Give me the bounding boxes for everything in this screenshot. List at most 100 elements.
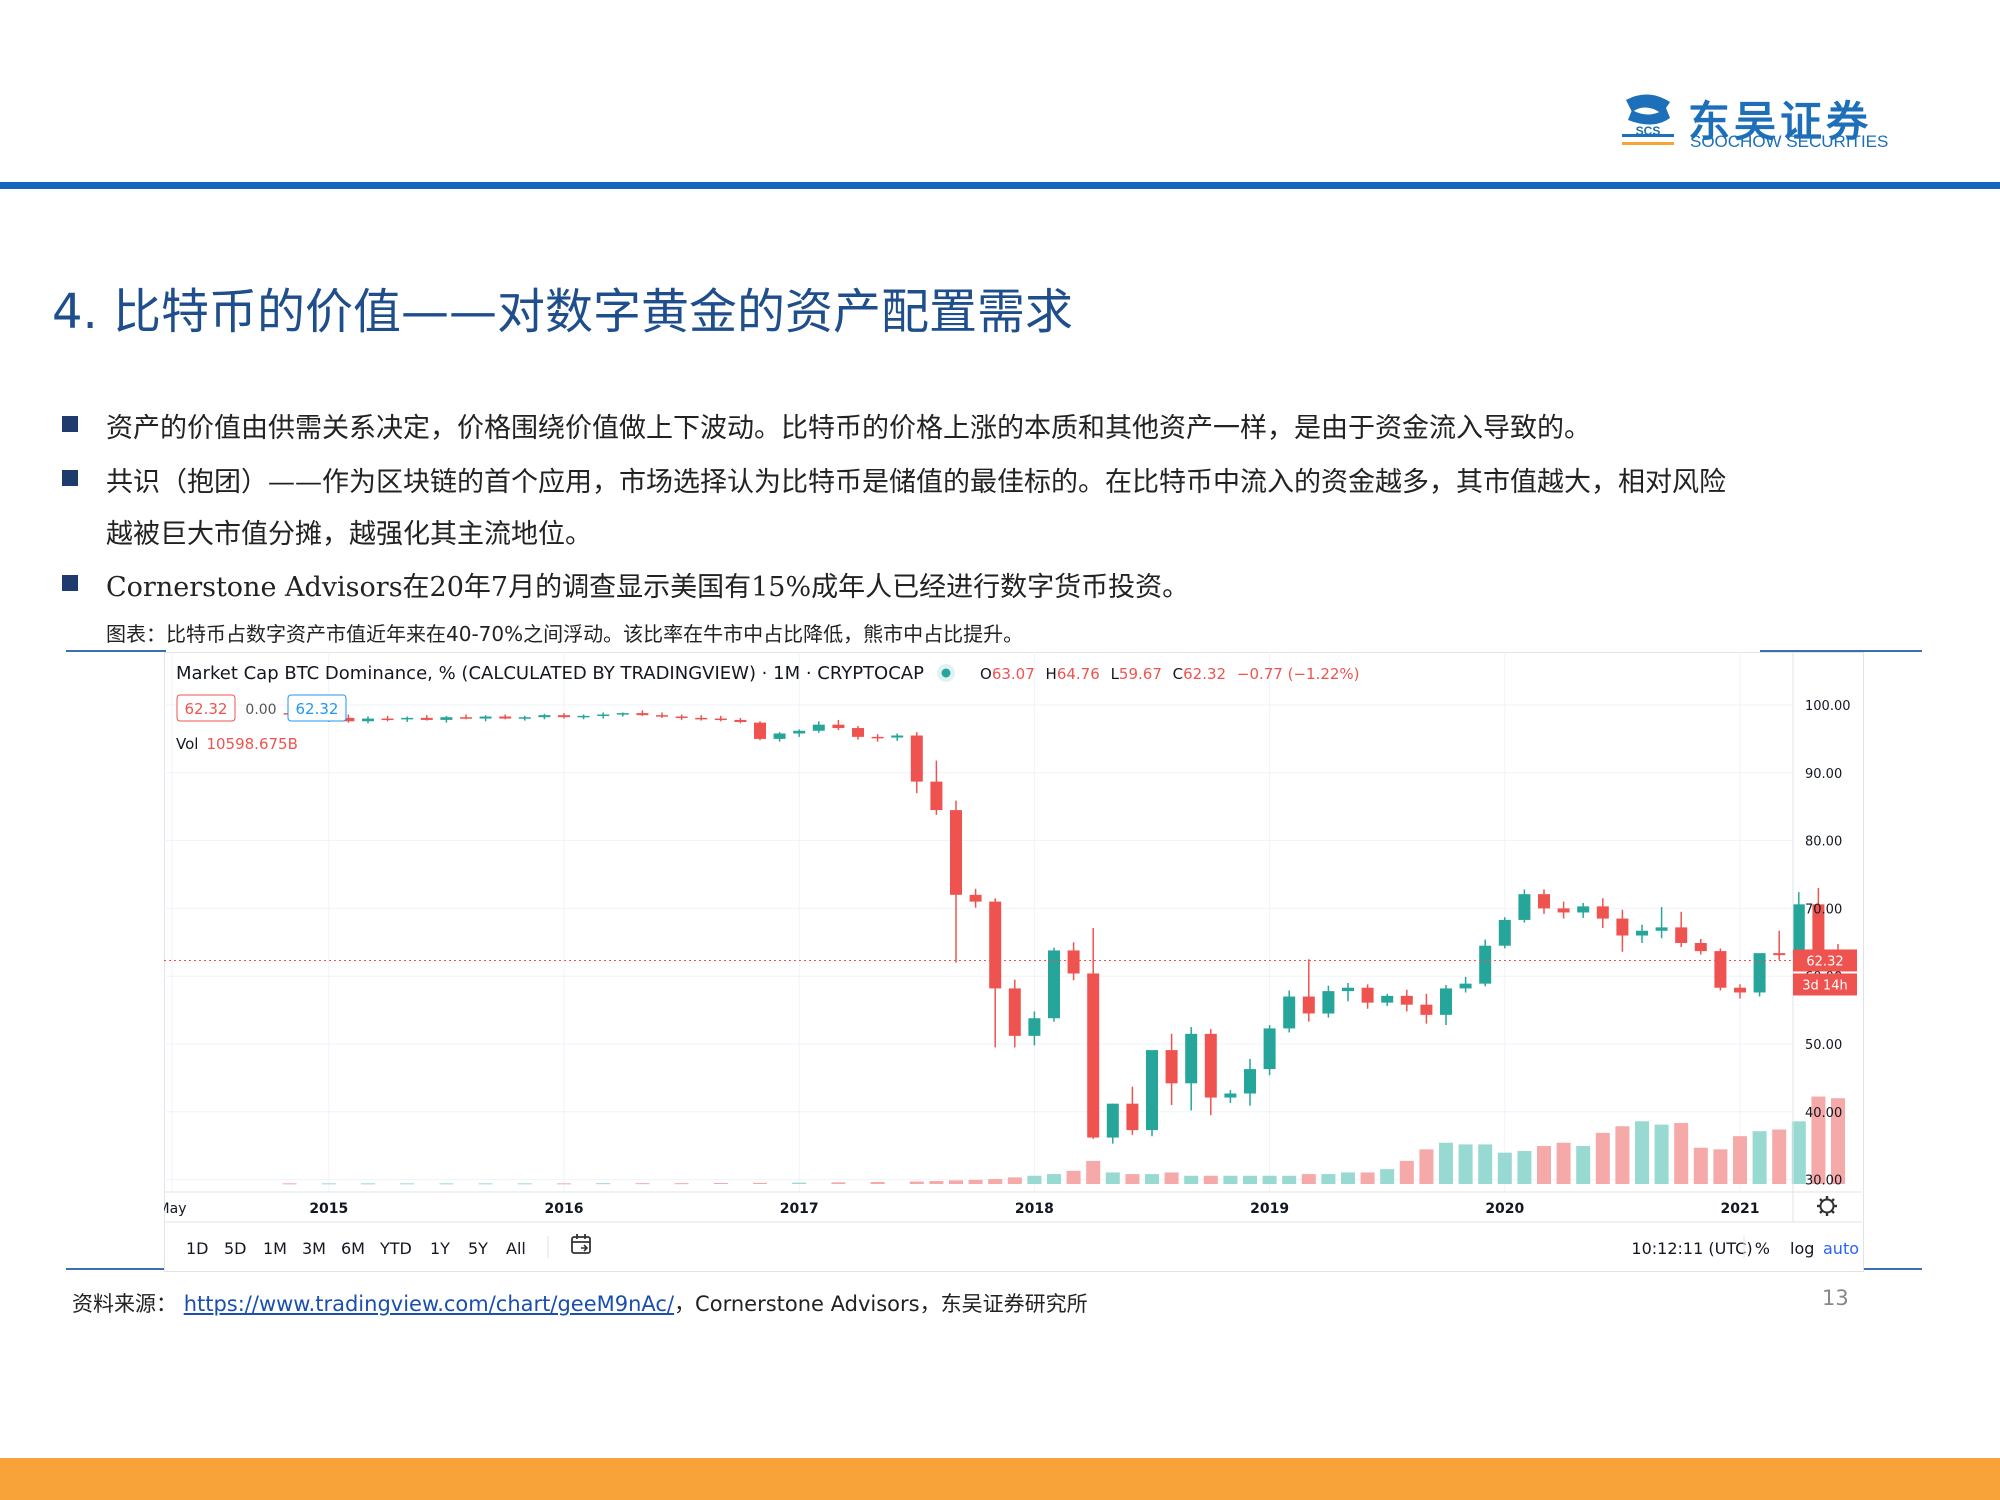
candle-body [773, 733, 786, 739]
volume-bar [1007, 1177, 1022, 1184]
range-button-1y[interactable]: 1Y [430, 1239, 450, 1258]
volume-bar [321, 1183, 336, 1185]
company-logo: SCS 东吴证券 SOOCHOW SECURITIES [1618, 88, 1898, 154]
volume-bar [1478, 1144, 1493, 1184]
volume-bar [1537, 1146, 1551, 1184]
volume-bar [282, 1183, 297, 1185]
volume-bar [1105, 1172, 1120, 1184]
candle-body [930, 781, 943, 811]
range-button-6m[interactable]: 6M [341, 1239, 365, 1258]
y-tick-label: 90.00 [1805, 767, 1842, 782]
volume-bar [1145, 1174, 1159, 1184]
source-label: 资料来源： [72, 1292, 177, 1316]
volume-bar [674, 1183, 689, 1185]
volume-bar [1419, 1149, 1434, 1184]
volume-bar [1380, 1169, 1395, 1184]
range-button-ytd[interactable]: YTD [379, 1239, 412, 1258]
bullet-text: 共识（抱团）——作为区块链的首个应用，市场选择认为比特币是储值的最佳标的。在比特… [106, 467, 1726, 498]
volume-bar [1693, 1147, 1708, 1184]
candle-body [754, 722, 766, 739]
volume-bar [929, 1181, 944, 1184]
candle-body [1655, 927, 1668, 931]
bar-countdown-text: 3d 14h [1802, 978, 1847, 993]
log-scale-button[interactable]: log [1790, 1239, 1814, 1258]
volume-bar [909, 1181, 924, 1184]
candle-body [1283, 996, 1296, 1029]
candle-body [558, 715, 570, 718]
volume-bar [478, 1183, 493, 1185]
volume-bar [1184, 1175, 1199, 1184]
x-tick-label: 2019 [1250, 1201, 1289, 1217]
utc-clock[interactable]: 10:12:11 (UTC) [1631, 1239, 1752, 1258]
candle-body [518, 717, 531, 719]
candle-body [832, 724, 845, 729]
candle-body [1381, 995, 1394, 1003]
candle-body [1577, 906, 1590, 913]
candle-body [1498, 919, 1511, 946]
candle-body [1302, 996, 1315, 1014]
candle-body [675, 716, 688, 719]
volume-layer [282, 1096, 1845, 1185]
range-button-all[interactable]: All [506, 1239, 526, 1258]
candle-body [1165, 1050, 1178, 1084]
candle-body [1400, 995, 1413, 1005]
candle-body [1420, 1004, 1433, 1015]
range-button-5y[interactable]: 5Y [468, 1239, 488, 1258]
bullet-marker [62, 416, 78, 432]
candle-body [616, 713, 629, 715]
volume-bar [1635, 1121, 1649, 1184]
candle-body [1557, 908, 1570, 913]
candle-body [1204, 1033, 1217, 1098]
x-tick-label: 2020 [1485, 1201, 1524, 1217]
candle-body [420, 717, 433, 720]
calendar-goto-icon[interactable] [571, 1234, 591, 1254]
volume-bar [1223, 1175, 1238, 1184]
frame-line [66, 650, 166, 652]
volume-bar [713, 1183, 728, 1185]
dominance-chart[interactable]: 100.0090.0080.0070.0060.0050.0040.0030.0… [164, 652, 1862, 1270]
ohlc-readout: O63.07 H64.76 L59.67 C62.32 −0.77 (−1.22… [980, 665, 1360, 683]
candle-body [401, 717, 414, 720]
y-tick-label: 80.00 [1805, 835, 1842, 850]
last-price-text: 62.32 [1806, 954, 1843, 969]
bullet-text: 资产的价值由供需关系决定，价格围绕价值做上下波动。比特币的价格上涨的本质和其他资… [106, 413, 1591, 444]
volume-bar [1360, 1172, 1375, 1184]
range-button-1d[interactable]: 1D [186, 1239, 209, 1258]
range-button-3m[interactable]: 3M [302, 1239, 326, 1258]
candle-body [852, 728, 864, 737]
candle-body [1538, 894, 1550, 909]
volume-bar [753, 1182, 767, 1184]
candle-body [714, 718, 727, 721]
range-buttons: 1D 5D 1M 3M 6M YTD 1Y 5Y All [186, 1239, 526, 1258]
logo-mark-icon: SCS [1622, 94, 1674, 145]
x-tick-label: May [164, 1201, 186, 1217]
volume-bar [361, 1183, 375, 1185]
candle-body [499, 716, 512, 719]
auto-scale-button[interactable]: auto [1823, 1239, 1859, 1258]
volume-bar [1654, 1124, 1669, 1184]
candle-body [460, 717, 472, 719]
candle-body [577, 715, 590, 718]
percent-scale-button[interactable]: % [1755, 1239, 1770, 1258]
candle-body [1479, 945, 1492, 984]
range-button-5d[interactable]: 5D [224, 1239, 247, 1258]
volume-bar [1791, 1121, 1806, 1184]
candle-body [1792, 904, 1805, 956]
x-tick-label: 2018 [1015, 1201, 1054, 1217]
gear-icon[interactable] [1817, 1196, 1837, 1216]
volume-bar [439, 1183, 454, 1185]
candle-body [381, 718, 394, 721]
source-link[interactable]: https://www.tradingview.com/chart/geeM9n… [184, 1292, 674, 1316]
x-tick-label: 2016 [545, 1201, 584, 1217]
volume-bar [1262, 1175, 1277, 1184]
volume-bar [1321, 1174, 1336, 1184]
volume-label: Vol 10598.675B [176, 735, 298, 753]
candle-body [1518, 894, 1531, 920]
bullet-marker [62, 575, 78, 591]
candle-body [1616, 918, 1629, 936]
candle-body [969, 894, 982, 902]
y-tick-label: 40.00 [1805, 1106, 1842, 1121]
candle-body [1342, 987, 1354, 992]
range-button-1m[interactable]: 1M [263, 1239, 287, 1258]
volume-bar [1301, 1174, 1316, 1184]
